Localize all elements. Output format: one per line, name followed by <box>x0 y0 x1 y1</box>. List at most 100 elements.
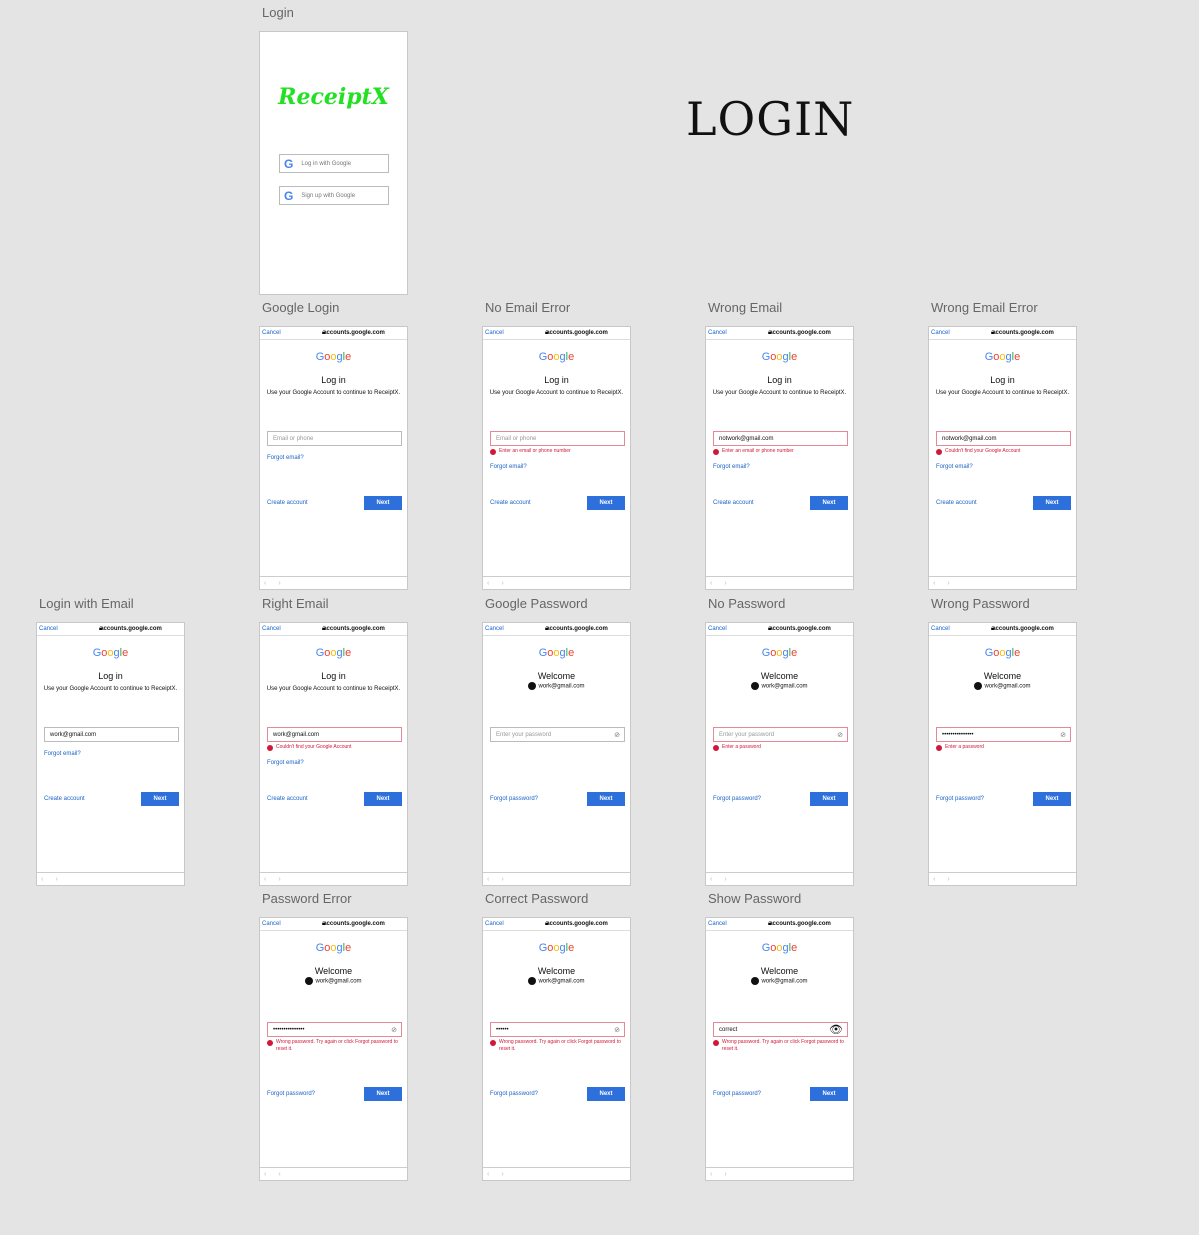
forward-icon[interactable]: › <box>501 580 503 587</box>
cancel-link[interactable]: Cancel <box>39 626 99 632</box>
next-button[interactable]: Next <box>364 496 402 510</box>
eye-icon[interactable]: 👁︎ <box>829 1023 843 1036</box>
artboard-no-password[interactable]: Cancel 🔒︎ accounts.google.com Google Welcome… <box>705 622 854 886</box>
eye-off-icon[interactable]: ⊘ <box>614 731 620 739</box>
next-button[interactable]: Next <box>141 792 179 806</box>
cancel-link[interactable]: Cancel <box>262 921 322 927</box>
forgot-password-link[interactable]: Forgot password? <box>490 796 538 802</box>
artboard-login[interactable]: ReceiptX G Log in with Google G Sign up wi… <box>259 31 408 295</box>
artboard-login-with-email[interactable]: Cancel 🔒︎ accounts.google.com Google Log in U… <box>36 622 185 886</box>
login-with-google-button[interactable]: G Log in with Google <box>279 154 389 173</box>
forward-icon[interactable]: › <box>501 876 503 883</box>
password-input[interactable]: ••••••••••••••• ⊘ <box>267 1022 402 1037</box>
forgot-email-link[interactable]: Forgot email? <box>267 760 304 766</box>
artboard-right-email[interactable]: Cancel 🔒︎ accounts.google.com Google Log in U… <box>259 622 408 886</box>
account-chip[interactable]: work@gmail.com <box>483 977 630 985</box>
forgot-email-link[interactable]: Forgot email? <box>713 464 750 470</box>
artboard-show-password[interactable]: Cancel 🔒︎ accounts.google.com Google Welcome… <box>705 917 854 1181</box>
back-icon[interactable]: ‹ <box>264 580 266 587</box>
cancel-link[interactable]: Cancel <box>931 626 991 632</box>
password-input[interactable]: ••••••••••••••• ⊘ <box>936 727 1071 742</box>
account-chip[interactable]: work@gmail.com <box>706 682 853 690</box>
back-icon[interactable]: ‹ <box>264 1171 266 1178</box>
back-icon[interactable]: ‹ <box>710 580 712 587</box>
password-input[interactable]: Enter your password ⊘ <box>490 727 625 742</box>
forgot-password-link[interactable]: Forgot password? <box>490 1091 538 1097</box>
forgot-password-link[interactable]: Forgot password? <box>713 1091 761 1097</box>
cancel-link[interactable]: Cancel <box>262 626 322 632</box>
email-input[interactable]: work@gmail.com <box>267 727 402 742</box>
cancel-link[interactable]: Cancel <box>485 330 545 336</box>
eye-off-icon[interactable]: ⊘ <box>614 1026 620 1034</box>
next-button[interactable]: Next <box>1033 792 1071 806</box>
next-button[interactable]: Next <box>587 496 625 510</box>
email-input[interactable]: notwork@gmail.com <box>936 431 1071 446</box>
forward-icon[interactable]: › <box>947 580 949 587</box>
artboard-password-error[interactable]: Cancel 🔒︎ accounts.google.com Google Welcome… <box>259 917 408 1181</box>
back-icon[interactable]: ‹ <box>264 876 266 883</box>
cancel-link[interactable]: Cancel <box>485 626 545 632</box>
eye-off-icon[interactable]: ⊘ <box>837 731 843 739</box>
artboard-no-email-error[interactable]: Cancel 🔒︎ accounts.google.com Google Log in U… <box>482 326 631 590</box>
forgot-email-link[interactable]: Forgot email? <box>44 751 81 757</box>
artboard-wrong-email[interactable]: Cancel 🔒︎ accounts.google.com Google Log in U… <box>705 326 854 590</box>
artboard-wrong-password[interactable]: Cancel 🔒︎ accounts.google.com Google Welcome… <box>928 622 1077 886</box>
email-input[interactable]: Email or phone <box>490 431 625 446</box>
cancel-link[interactable]: Cancel <box>485 921 545 927</box>
forgot-email-link[interactable]: Forgot email? <box>490 464 527 470</box>
password-input[interactable]: correct 👁︎ <box>713 1022 848 1037</box>
next-button[interactable]: Next <box>810 792 848 806</box>
forward-icon[interactable]: › <box>501 1171 503 1178</box>
email-input[interactable]: Email or phone <box>267 431 402 446</box>
forward-icon[interactable]: › <box>278 580 280 587</box>
back-icon[interactable]: ‹ <box>933 876 935 883</box>
artboard-wrong-email-error[interactable]: Cancel 🔒︎ accounts.google.com Google Log in U… <box>928 326 1077 590</box>
forward-icon[interactable]: › <box>724 580 726 587</box>
eye-off-icon[interactable]: ⊘ <box>1060 731 1066 739</box>
password-input[interactable]: •••••• ⊘ <box>490 1022 625 1037</box>
account-chip[interactable]: work@gmail.com <box>260 977 407 985</box>
artboard-google-login[interactable]: Cancel 🔒︎ accounts.google.com Google Log in U… <box>259 326 408 590</box>
artboard-correct-password[interactable]: Cancel 🔒︎ accounts.google.com Google Welcome… <box>482 917 631 1181</box>
create-account-link[interactable]: Create account <box>490 500 531 506</box>
create-account-link[interactable]: Create account <box>44 796 85 802</box>
forgot-password-link[interactable]: Forgot password? <box>267 1091 315 1097</box>
forward-icon[interactable]: › <box>724 1171 726 1178</box>
account-chip[interactable]: work@gmail.com <box>929 682 1076 690</box>
cancel-link[interactable]: Cancel <box>931 330 991 336</box>
back-icon[interactable]: ‹ <box>487 1171 489 1178</box>
forward-icon[interactable]: › <box>724 876 726 883</box>
forgot-password-link[interactable]: Forgot password? <box>713 796 761 802</box>
create-account-link[interactable]: Create account <box>936 500 977 506</box>
forward-icon[interactable]: › <box>947 876 949 883</box>
cancel-link[interactable]: Cancel <box>262 330 322 336</box>
cancel-link[interactable]: Cancel <box>708 626 768 632</box>
next-button[interactable]: Next <box>810 496 848 510</box>
next-button[interactable]: Next <box>810 1087 848 1101</box>
eye-off-icon[interactable]: ⊘ <box>391 1026 397 1034</box>
create-account-link[interactable]: Create account <box>713 500 754 506</box>
back-icon[interactable]: ‹ <box>710 876 712 883</box>
next-button[interactable]: Next <box>587 1087 625 1101</box>
account-chip[interactable]: work@gmail.com <box>483 682 630 690</box>
back-icon[interactable]: ‹ <box>487 876 489 883</box>
password-input[interactable]: Enter your password ⊘ <box>713 727 848 742</box>
back-icon[interactable]: ‹ <box>710 1171 712 1178</box>
forgot-email-link[interactable]: Forgot email? <box>936 464 973 470</box>
back-icon[interactable]: ‹ <box>933 580 935 587</box>
forgot-password-link[interactable]: Forgot password? <box>936 796 984 802</box>
next-button[interactable]: Next <box>364 1087 402 1101</box>
email-input[interactable]: work@gmail.com <box>44 727 179 742</box>
account-chip[interactable]: work@gmail.com <box>706 977 853 985</box>
next-button[interactable]: Next <box>1033 496 1071 510</box>
signup-with-google-button[interactable]: G Sign up with Google <box>279 186 389 205</box>
cancel-link[interactable]: Cancel <box>708 330 768 336</box>
next-button[interactable]: Next <box>587 792 625 806</box>
back-icon[interactable]: ‹ <box>487 580 489 587</box>
forward-icon[interactable]: › <box>278 1171 280 1178</box>
forward-icon[interactable]: › <box>278 876 280 883</box>
cancel-link[interactable]: Cancel <box>708 921 768 927</box>
next-button[interactable]: Next <box>364 792 402 806</box>
forward-icon[interactable]: › <box>55 876 57 883</box>
email-input[interactable]: notwork@gmail.com <box>713 431 848 446</box>
